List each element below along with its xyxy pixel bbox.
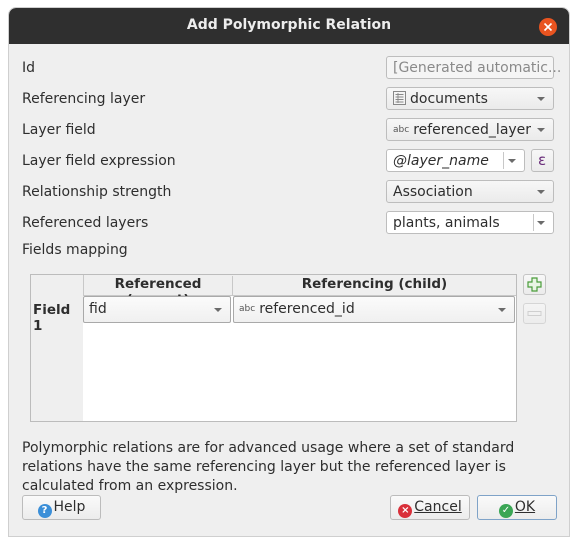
chevron-down-icon [508,159,516,163]
combo-divider [503,152,504,169]
string-type-icon: abc [239,304,256,314]
chevron-down-icon [214,308,222,312]
fields-mapping-table: Referenced (parent) Referencing (child) … [30,274,517,422]
close-button[interactable] [539,18,557,36]
description-text: Polymorphic relations are for advanced u… [22,440,515,494]
dialog-window: Add Polymorphic Relation Id Referencing … [9,8,569,536]
cancel-label: Cancel [414,499,462,515]
child-field-value: referenced_id [259,301,355,317]
column-header-child[interactable]: Referencing (child) [233,276,516,292]
layer-field-label: Layer field [22,122,96,138]
layer-field-combo[interactable]: abc referenced_layer [386,118,554,141]
close-icon [543,22,553,32]
referencing-layer-combo[interactable]: documents [386,87,554,110]
fields-mapping-label: Fields mapping [22,242,128,258]
ok-label: OK [514,499,536,515]
table-header: Referenced (parent) Referencing (child) [31,275,516,308]
table-layer-icon [393,91,406,105]
add-mapping-button[interactable] [523,274,546,295]
corner-header [31,275,84,295]
referencing-layer-label: Referencing layer [22,91,146,107]
chevron-down-icon [537,190,545,194]
layer-field-expression-combo[interactable]: @layer_name [386,149,525,172]
plus-icon [527,277,542,292]
id-placeholder: [Generated automatic... [393,60,562,76]
minus-icon [527,311,542,316]
id-label: Id [22,60,36,76]
referenced-layers-value: plants, animals [393,215,500,231]
help-button[interactable]: ? Help [22,495,101,520]
relationship-strength-combo[interactable]: Association [386,180,554,203]
string-type-icon: abc [393,125,410,135]
layer-field-value: referenced_layer [413,122,532,138]
referenced-layers-label: Referenced layers [22,215,149,231]
id-input[interactable]: [Generated automatic... [386,56,561,79]
help-icon: ? [37,504,52,518]
remove-mapping-button[interactable] [523,303,546,324]
relationship-strength-label: Relationship strength [22,184,172,200]
chevron-down-icon [537,97,545,101]
epsilon-icon: ε [538,151,547,169]
child-field-combo[interactable]: abc referenced_id [233,296,515,323]
row-header-field-1[interactable]: Field 1 [33,302,83,334]
layer-field-expression-label: Layer field expression [22,153,176,169]
parent-field-combo[interactable]: fid [83,296,231,323]
relationship-strength-value: Association [393,184,473,200]
help-label: Help [53,499,86,515]
title-bar[interactable]: Add Polymorphic Relation [9,8,569,44]
ok-button[interactable]: ✓ OK [477,495,557,520]
referenced-layers-combo[interactable]: plants, animals [386,211,554,234]
combo-divider [533,214,534,231]
chevron-down-icon [537,128,545,132]
cancel-icon: × [398,504,413,518]
layer-field-expression-value: @layer_name [393,153,489,169]
parent-field-value: fid [89,301,107,317]
expression-builder-button[interactable]: ε [531,149,554,172]
cancel-button[interactable]: × Cancel [390,495,470,520]
ok-icon: ✓ [498,504,513,518]
dialog-title: Add Polymorphic Relation [186,17,392,33]
row-header-column: Field 1 [31,295,83,421]
chevron-down-icon [537,221,545,225]
referencing-layer-value: documents [410,91,488,107]
column-header-parent[interactable]: Referenced (parent) [84,276,233,308]
chevron-down-icon [498,308,506,312]
